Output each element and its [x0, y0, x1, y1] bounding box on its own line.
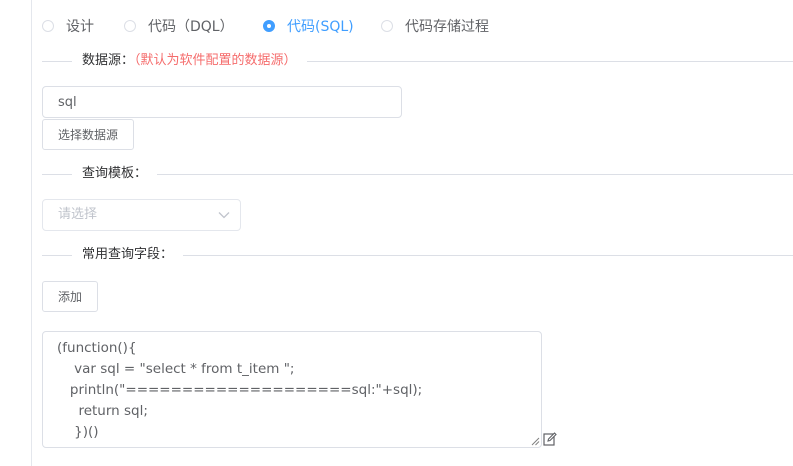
code-line: println("====================sql:"+sql);	[57, 382, 423, 398]
edit-icon[interactable]	[543, 432, 557, 446]
radio-code-sql[interactable]: 代码(SQL)	[263, 16, 354, 36]
code-line: var sql = "select * from t_item ";	[57, 361, 295, 377]
fields-title: 常用查询字段：	[72, 246, 184, 264]
radio-icon[interactable]	[42, 20, 54, 32]
code-line: return sql;	[57, 403, 148, 419]
radio-code-procedure[interactable]: 代码存储过程	[381, 16, 489, 36]
radio-icon[interactable]	[124, 20, 136, 32]
datasource-title: 数据源：	[82, 53, 135, 68]
resize-handle-icon[interactable]	[531, 437, 540, 446]
datasource-input[interactable]	[42, 86, 402, 118]
radio-label: 代码（DQL）	[148, 19, 234, 35]
left-border	[31, 0, 32, 466]
radio-label: 设计	[66, 19, 94, 35]
datasource-heading: 数据源：（默认为软件配置的数据源）	[72, 52, 307, 70]
code-line: (function(){	[57, 340, 137, 356]
radio-code-dql[interactable]: 代码（DQL）	[124, 16, 234, 36]
add-field-button[interactable]: 添加	[42, 281, 98, 312]
code-line: })()	[57, 424, 99, 440]
code-editor[interactable]: (function(){ var sql = "select * from t_…	[42, 331, 542, 448]
choose-datasource-button[interactable]: 选择数据源	[42, 119, 134, 150]
chevron-down-icon	[218, 212, 230, 219]
template-placeholder: 请选择	[58, 207, 98, 222]
radio-label: 代码(SQL)	[287, 19, 354, 35]
radio-icon[interactable]	[381, 20, 393, 32]
radio-label: 代码存储过程	[405, 19, 489, 35]
radio-design[interactable]: 设计	[42, 16, 94, 36]
template-title: 查询模板：	[72, 165, 158, 183]
datasource-hint: （默认为软件配置的数据源）	[134, 53, 297, 68]
template-select[interactable]: 请选择	[42, 199, 241, 231]
radio-icon[interactable]	[263, 20, 275, 32]
